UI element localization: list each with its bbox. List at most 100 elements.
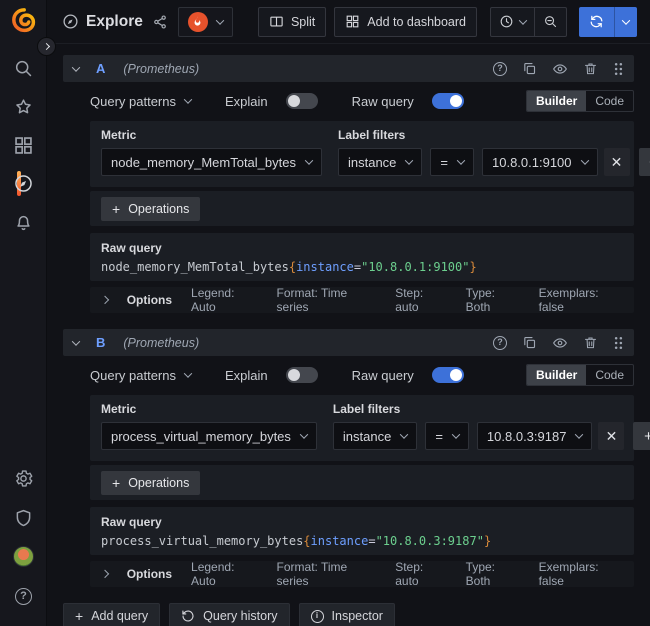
user-avatar	[13, 546, 34, 567]
options-step: Step: auto	[395, 286, 446, 314]
collapse-query-icon[interactable]	[72, 63, 80, 71]
sidebar-item-help[interactable]: ?	[0, 588, 47, 605]
add-filter-button[interactable]: +	[639, 148, 650, 176]
label-filters-label: Label filters	[333, 402, 650, 416]
code-string: "10.8.0.1:9100"	[361, 260, 469, 274]
raw-query-toggle[interactable]	[432, 367, 464, 383]
plus-icon: +	[112, 201, 120, 217]
chevron-down-icon	[452, 430, 460, 438]
time-range-picker[interactable]	[491, 8, 534, 36]
expand-sidebar-button[interactable]	[37, 37, 56, 56]
add-to-dashboard-button[interactable]: Add to dashboard	[334, 7, 477, 37]
sidebar-item-search[interactable]	[0, 58, 47, 79]
split-button[interactable]: Split	[258, 7, 326, 37]
filter-value-select[interactable]: 10.8.0.1:9100	[482, 148, 598, 176]
sidebar-item-dashboards[interactable]	[0, 135, 47, 156]
topbar: Explore Split	[47, 0, 650, 44]
grafana-logo[interactable]	[0, 7, 47, 34]
chevron-down-icon	[184, 369, 192, 377]
remove-filter-button[interactable]: ✕	[604, 148, 630, 176]
remove-query-button[interactable]	[583, 335, 598, 350]
filter-operator-select[interactable]: =	[425, 422, 469, 450]
builder-mode-button[interactable]: Builder	[527, 365, 586, 385]
query-row-a: A (Prometheus) ?	[63, 55, 634, 313]
query-help-button[interactable]: ?	[493, 336, 507, 350]
refresh-icon	[589, 14, 604, 29]
query-header-b[interactable]: B (Prometheus) ?	[63, 329, 634, 356]
drag-query-handle[interactable]	[613, 335, 624, 351]
split-icon	[269, 14, 284, 29]
datasource-picker[interactable]	[178, 7, 233, 37]
promql-expression: process_virtual_memory_bytes{instance="1…	[101, 534, 623, 548]
chevron-down-icon	[519, 16, 527, 24]
drag-query-handle[interactable]	[613, 61, 624, 77]
sidebar-item-profile[interactable]	[0, 546, 47, 567]
sidebar: ?	[0, 0, 47, 626]
metric-select[interactable]: node_memory_MemTotal_bytes	[101, 148, 322, 176]
share-shortened-link-button[interactable]	[152, 14, 168, 30]
sidebar-item-explore[interactable]	[0, 173, 47, 194]
code-mode-button[interactable]: Code	[586, 365, 633, 385]
toggle-visibility-button[interactable]	[552, 335, 568, 351]
query-header-a[interactable]: A (Prometheus) ?	[63, 55, 634, 82]
question-circle-icon: ?	[493, 62, 507, 76]
code-metric: node_memory_MemTotal_bytes	[101, 260, 289, 274]
query-options-row-b[interactable]: Options Legend: Auto Format: Time series…	[90, 561, 634, 587]
query-ref-letter[interactable]: B	[96, 335, 105, 350]
add-operation-button[interactable]: + Operations	[101, 471, 200, 495]
options-step: Step: auto	[395, 560, 446, 588]
sidebar-item-server-admin[interactable]	[0, 508, 47, 529]
metric-select[interactable]: process_virtual_memory_bytes	[101, 422, 317, 450]
search-icon	[13, 58, 34, 79]
alerting-bell-icon	[13, 212, 34, 233]
refresh-interval-dropdown[interactable]	[614, 7, 637, 37]
apps-grid-icon	[345, 14, 360, 29]
plus-icon: +	[75, 608, 83, 624]
filter-operator-select[interactable]: =	[430, 148, 474, 176]
collapse-query-icon[interactable]	[72, 337, 80, 345]
explore-page-icon	[62, 13, 79, 30]
filter-label-value: instance	[348, 155, 396, 170]
close-icon: ✕	[606, 428, 618, 445]
eye-icon	[552, 61, 568, 77]
label-filters-field: Label filters instance = 10.8.	[333, 402, 650, 450]
raw-query-toggle[interactable]	[432, 93, 464, 109]
time-range-zoom-out-button[interactable]	[534, 8, 566, 36]
query-ref-letter[interactable]: A	[96, 61, 105, 76]
chevron-down-icon	[457, 156, 465, 164]
query-help-button[interactable]: ?	[493, 62, 507, 76]
explain-toggle[interactable]	[286, 93, 318, 109]
add-filter-button[interactable]: +	[633, 422, 650, 450]
help-icon: ?	[15, 588, 32, 605]
filter-label-select[interactable]: instance	[338, 148, 422, 176]
query-patterns-dropdown[interactable]: Query patterns	[90, 94, 191, 109]
sidebar-item-alerting[interactable]	[0, 212, 47, 233]
query-history-button[interactable]: Query history	[169, 603, 289, 626]
metric-field: Metric node_memory_MemTotal_bytes	[101, 128, 322, 176]
share-icon	[152, 14, 168, 30]
inspector-button[interactable]: i Inspector	[299, 603, 395, 626]
toggle-visibility-button[interactable]	[552, 61, 568, 77]
explore-compass-icon	[13, 173, 34, 194]
filter-label-select[interactable]: instance	[333, 422, 417, 450]
query-options-row-a[interactable]: Options Legend: Auto Format: Time series…	[90, 287, 634, 313]
duplicate-query-button[interactable]	[522, 61, 537, 76]
history-icon	[181, 609, 195, 623]
query-patterns-dropdown[interactable]: Query patterns	[90, 368, 191, 383]
sidebar-item-configuration[interactable]	[0, 468, 47, 489]
explain-toggle[interactable]	[286, 367, 318, 383]
drag-handle-icon	[613, 335, 624, 351]
filter-value-select[interactable]: 10.8.0.3:9187	[477, 422, 593, 450]
remove-query-button[interactable]	[583, 61, 598, 76]
code-mode-button[interactable]: Code	[586, 91, 633, 111]
chevron-right-icon	[43, 43, 50, 50]
add-operation-button[interactable]: + Operations	[101, 197, 200, 221]
shield-icon	[13, 508, 34, 529]
refresh-button[interactable]	[579, 7, 614, 37]
add-query-button[interactable]: + Add query	[63, 603, 160, 626]
label-filters-field: Label filters instance = 10.8.	[338, 128, 650, 176]
sidebar-item-starred[interactable]	[0, 97, 47, 118]
duplicate-query-button[interactable]	[522, 335, 537, 350]
remove-filter-button[interactable]: ✕	[598, 422, 624, 450]
builder-mode-button[interactable]: Builder	[527, 91, 586, 111]
